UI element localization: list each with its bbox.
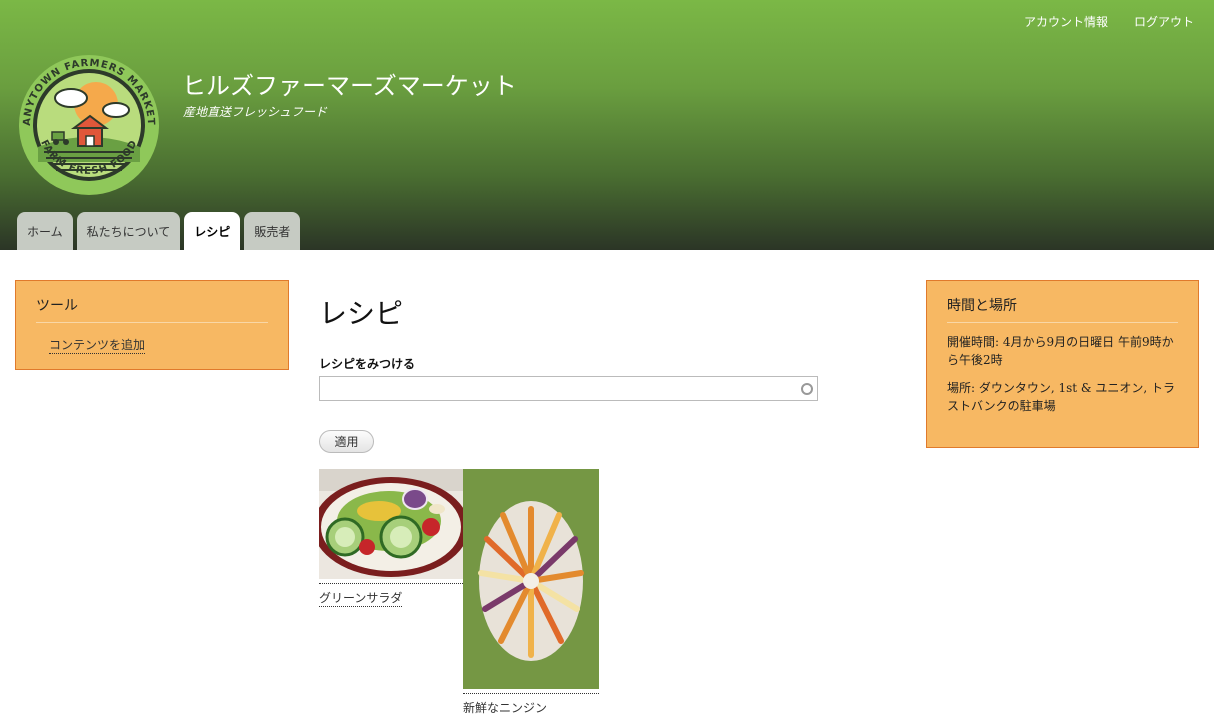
tab-recipes[interactable]: レシピ [184, 212, 241, 250]
search-label: レシピをみつける [319, 357, 416, 371]
primary-tabs: ホーム 私たちについて レシピ 販売者 [17, 212, 301, 250]
tools-title: ツール [36, 295, 268, 323]
autocomplete-throbber-icon [801, 383, 813, 395]
site-header: アカウント情報 ログアウト ANYTOWN FARMERS MARKET FAR… [0, 0, 1214, 250]
page-title: レシピ [319, 297, 404, 330]
account-link[interactable]: アカウント情報 [1024, 13, 1108, 30]
recipe-item: グリーンサラダ [319, 469, 463, 607]
site-slogan: 産地直送フレッシュフード [183, 105, 328, 119]
apply-button[interactable]: 適用 [319, 430, 374, 453]
recipe-search-field[interactable] [319, 376, 818, 401]
logout-link[interactable]: ログアウト [1134, 13, 1194, 30]
location-text: 場所: ダウンタウン, 1st & ユニオン, トラストバンクの駐車場 [947, 381, 1176, 413]
hours-text: 開催時間: 4月から9月の日曜日 午前9時から午後2時 [947, 335, 1174, 367]
add-content-link[interactable]: コンテンツを追加 [49, 336, 146, 354]
tools-block: ツール コンテンツを追加 [15, 280, 289, 370]
farm-logo-icon: ANYTOWN FARMERS MARKET FARM FRESH FOOD [19, 55, 159, 195]
hours-location-title: 時間と場所 [947, 295, 1178, 323]
secondary-menu: アカウント情報 ログアウト [1024, 13, 1194, 30]
recipe-search-input[interactable] [320, 377, 817, 400]
site-name[interactable]: ヒルズファーマーズマーケット [182, 66, 517, 101]
salad-image [319, 469, 463, 579]
tab-home[interactable]: ホーム [17, 212, 73, 250]
recipe-link-salad[interactable]: グリーンサラダ [319, 589, 403, 607]
recipe-link-carrots[interactable]: 新鮮なニンジン [463, 699, 547, 714]
recipe-thumbnail-carrots[interactable] [463, 469, 599, 694]
recipe-item: 新鮮なニンジン [463, 469, 599, 714]
tab-vendors[interactable]: 販売者 [244, 212, 301, 250]
site-logo[interactable]: ANYTOWN FARMERS MARKET FARM FRESH FOOD [16, 52, 162, 198]
hours-location-block: 時間と場所 開催時間: 4月から9月の日曜日 午前9時から午後2時 場所: ダウ… [926, 280, 1199, 448]
carrots-image [463, 469, 599, 689]
recipe-thumbnail-salad[interactable] [319, 469, 463, 584]
tab-about[interactable]: 私たちについて [76, 212, 181, 250]
